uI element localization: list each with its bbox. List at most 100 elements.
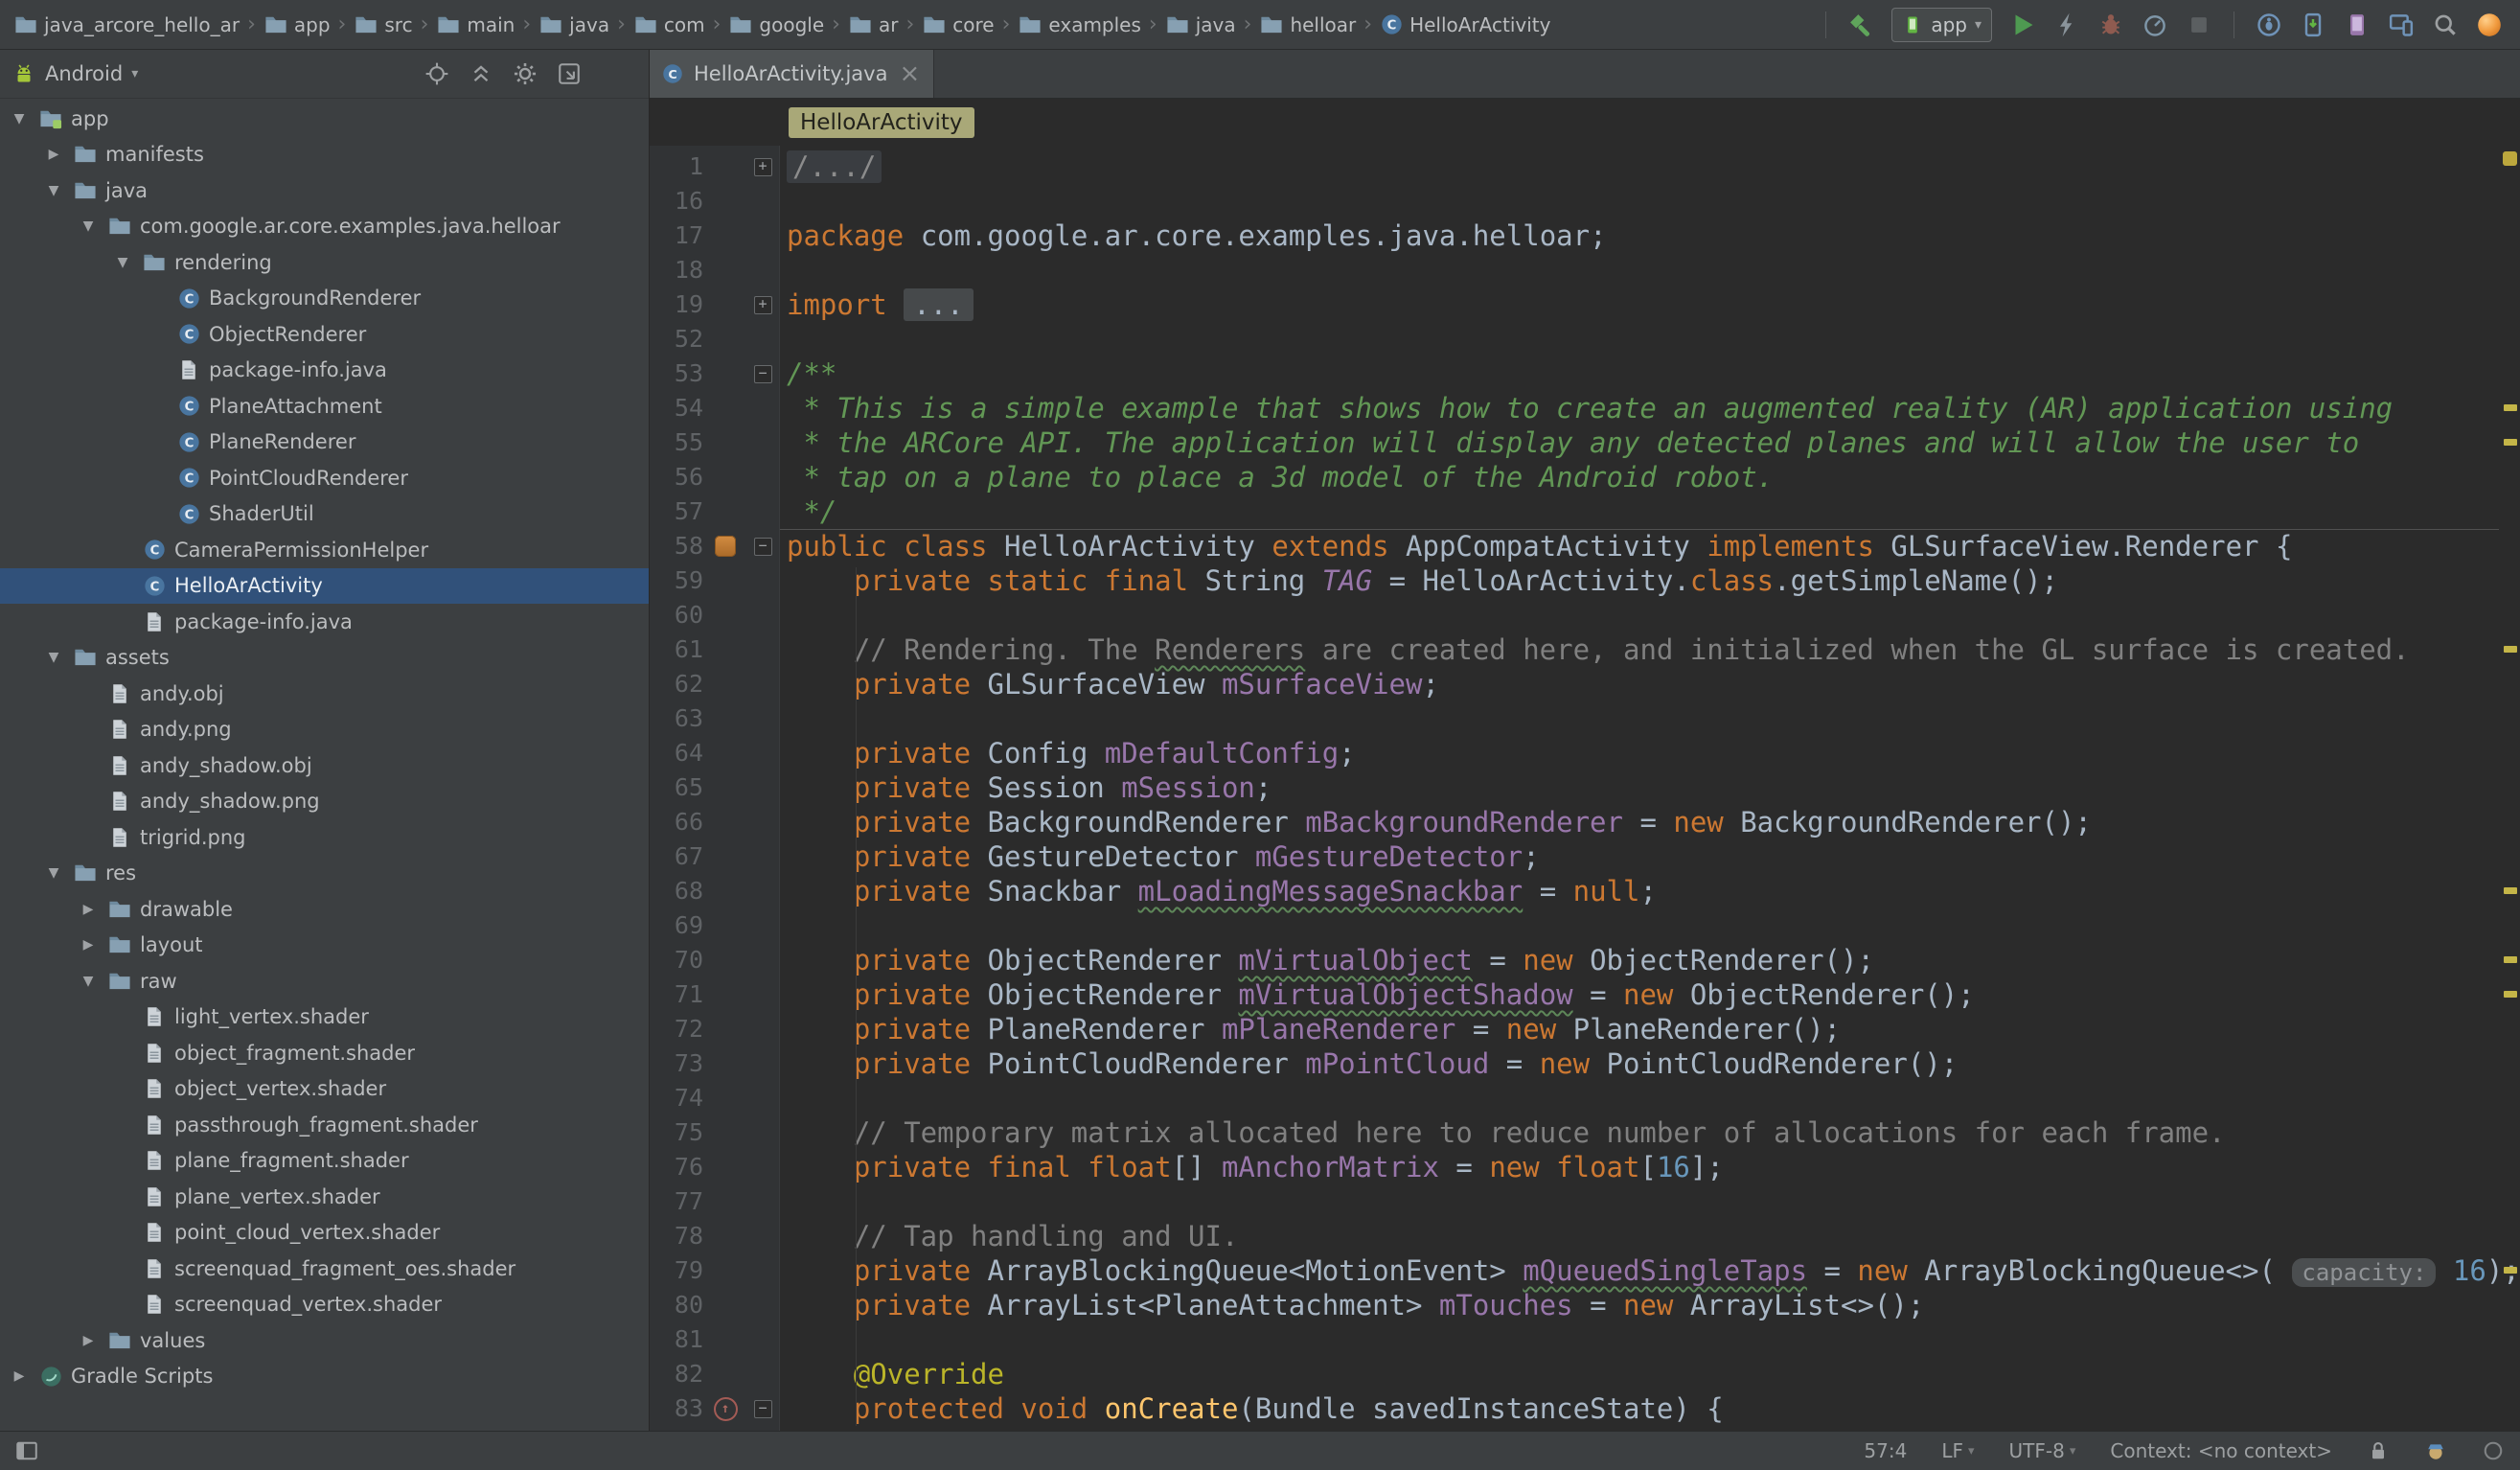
line-number[interactable]: 63 <box>650 701 703 736</box>
tree-open-arrow-icon[interactable]: ▼ <box>42 865 65 881</box>
warning-stripe-mark[interactable] <box>2504 439 2517 446</box>
tree-item-screenquad-vertex-shader[interactable]: screenquad_vertex.shader <box>0 1287 649 1323</box>
tree-item-objectrenderer[interactable]: CObjectRenderer <box>0 316 649 353</box>
tree-item-plane-vertex-shader[interactable]: plane_vertex.shader <box>0 1179 649 1215</box>
hide-panel-icon[interactable] <box>557 61 582 86</box>
tree-item-planeattachment[interactable]: CPlaneAttachment <box>0 388 649 425</box>
warning-stripe-mark[interactable] <box>2504 956 2517 963</box>
breadcrumb-item-app[interactable]: app <box>263 12 331 37</box>
breadcrumb-item-core[interactable]: core <box>922 12 994 37</box>
tree-item-com-google-ar-core-examples-java-helloar[interactable]: ▼com.google.ar.core.examples.java.helloa… <box>0 209 649 245</box>
line-number[interactable]: 57 <box>650 494 703 529</box>
tree-item-pointcloudrenderer[interactable]: CPointCloudRenderer <box>0 460 649 496</box>
code-editor[interactable]: 1+/.../1617package com.google.ar.core.ex… <box>650 146 2520 1431</box>
warning-stripe-mark[interactable] <box>2504 991 2517 998</box>
line-number[interactable]: 55 <box>650 425 703 460</box>
line-number[interactable]: 71 <box>650 977 703 1012</box>
tree-item-values[interactable]: ▶values <box>0 1322 649 1359</box>
line-number[interactable]: 72 <box>650 1012 703 1046</box>
line-number[interactable]: 74 <box>650 1081 703 1115</box>
line-number[interactable]: 59 <box>650 563 703 598</box>
line-number[interactable]: 52 <box>650 322 703 356</box>
fold-plus-icon[interactable]: + <box>754 158 772 176</box>
line-number[interactable]: 73 <box>650 1046 703 1081</box>
tree-item-assets[interactable]: ▼assets <box>0 640 649 677</box>
line-number[interactable]: 53 <box>650 356 703 391</box>
attach-debugger-icon[interactable] <box>2252 8 2286 42</box>
tree-closed-arrow-icon[interactable]: ▶ <box>77 937 100 953</box>
breadcrumb-item-helloar[interactable]: helloar <box>1259 12 1356 37</box>
tree-item-point-cloud-vertex-shader[interactable]: point_cloud_vertex.shader <box>0 1215 649 1252</box>
tree-item-res[interactable]: ▼res <box>0 856 649 892</box>
breadcrumb-item-java_arcore_hello_ar[interactable]: java_arcore_hello_ar <box>13 12 240 37</box>
device-monitor-icon[interactable] <box>2384 8 2418 42</box>
tree-item-light-vertex-shader[interactable]: light_vertex.shader <box>0 999 649 1036</box>
tree-open-arrow-icon[interactable]: ▼ <box>8 111 31 126</box>
line-number[interactable]: 56 <box>650 460 703 494</box>
line-number[interactable]: 64 <box>650 736 703 770</box>
fold-minus-icon[interactable]: − <box>754 365 772 383</box>
encoding-widget[interactable]: UTF-8▾ <box>2009 1439 2076 1462</box>
warning-stripe-mark[interactable] <box>2504 1267 2517 1274</box>
breadcrumb-item-main[interactable]: main <box>436 12 515 37</box>
tree-item-shaderutil[interactable]: CShaderUtil <box>0 496 649 533</box>
gradle-sync-icon[interactable] <box>2472 8 2507 42</box>
tree-item-object-vertex-shader[interactable]: object_vertex.shader <box>0 1071 649 1108</box>
sdk-manager-icon[interactable] <box>2296 8 2330 42</box>
tree-item-passthrough-fragment-shader[interactable]: passthrough_fragment.shader <box>0 1107 649 1143</box>
instant-run-icon[interactable] <box>2050 8 2084 42</box>
tree-open-arrow-icon[interactable]: ▼ <box>111 255 134 270</box>
line-number[interactable]: 18 <box>650 253 703 287</box>
breadcrumb-item-src[interactable]: src <box>354 12 412 37</box>
tree-closed-arrow-icon[interactable]: ▶ <box>77 902 100 917</box>
inspection-status-icon[interactable] <box>2503 151 2517 166</box>
line-number[interactable]: 54 <box>650 391 703 425</box>
breadcrumb-item-com[interactable]: com <box>633 12 705 37</box>
settings-gear-icon[interactable] <box>513 61 538 86</box>
overriding-method-icon[interactable]: ↑ <box>714 1397 738 1421</box>
tree-item-andy-png[interactable]: andy.png <box>0 712 649 748</box>
hector-inspector-icon[interactable] <box>2424 1439 2447 1462</box>
tree-closed-arrow-icon[interactable]: ▶ <box>42 147 65 162</box>
caret-position-widget[interactable]: 57:4 <box>1864 1439 1907 1462</box>
tree-item-rendering[interactable]: ▼rendering <box>0 244 649 281</box>
tree-item-package-info-java[interactable]: package-info.java <box>0 353 649 389</box>
tree-item-trigrid-png[interactable]: trigrid.png <box>0 819 649 856</box>
line-number[interactable]: 76 <box>650 1150 703 1184</box>
tree-item-gradle-scripts[interactable]: ▶Gradle Scripts <box>0 1359 649 1395</box>
tree-item-drawable[interactable]: ▶drawable <box>0 891 649 928</box>
line-number[interactable]: 17 <box>650 218 703 253</box>
line-number[interactable]: 66 <box>650 805 703 839</box>
search-icon[interactable] <box>2428 8 2463 42</box>
warning-stripe-mark[interactable] <box>2504 646 2517 653</box>
line-number[interactable]: 78 <box>650 1219 703 1253</box>
line-number[interactable]: 1 <box>650 149 703 184</box>
line-number[interactable]: 80 <box>650 1288 703 1322</box>
breadcrumb-item-examples[interactable]: examples <box>1018 12 1141 37</box>
line-number[interactable]: 75 <box>650 1115 703 1150</box>
breadcrumb-item-google[interactable]: google <box>728 12 824 37</box>
class-marker-icon[interactable] <box>715 536 736 557</box>
collapse-all-icon[interactable] <box>469 61 493 86</box>
tree-item-object-fragment-shader[interactable]: object_fragment.shader <box>0 1035 649 1071</box>
tree-item-andy-shadow-png[interactable]: andy_shadow.png <box>0 784 649 820</box>
line-number[interactable]: 83 <box>650 1391 703 1426</box>
run-config-select[interactable]: app ▾ <box>1891 8 1992 42</box>
profiler-icon[interactable] <box>2138 8 2172 42</box>
tree-item-planerenderer[interactable]: CPlaneRenderer <box>0 425 649 461</box>
line-number[interactable]: 70 <box>650 943 703 977</box>
breadcrumb-item-HelloArActivity[interactable]: CHelloArActivity <box>1380 12 1550 36</box>
tree-item-backgroundrenderer[interactable]: CBackgroundRenderer <box>0 281 649 317</box>
line-number[interactable]: 61 <box>650 632 703 667</box>
close-icon[interactable]: × <box>897 64 920 83</box>
avd-manager-icon[interactable] <box>2340 8 2374 42</box>
tree-item-manifests[interactable]: ▶manifests <box>0 137 649 173</box>
fold-plus-icon[interactable]: + <box>754 296 772 314</box>
line-number[interactable]: 19 <box>650 287 703 322</box>
breadcrumb-item-java[interactable]: java <box>538 12 609 37</box>
tree-item-app[interactable]: ▼app <box>0 101 649 137</box>
context-widget[interactable]: Context: <no context> <box>2110 1439 2332 1462</box>
tree-open-arrow-icon[interactable]: ▼ <box>42 183 65 198</box>
tree-open-arrow-icon[interactable]: ▼ <box>77 974 100 989</box>
line-number[interactable]: 67 <box>650 839 703 874</box>
